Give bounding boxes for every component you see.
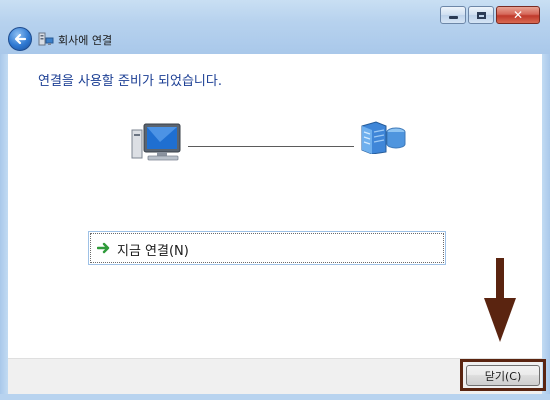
title-bar: ✕ 회사에 연결 xyxy=(0,0,550,54)
wizard-content: 연결을 사용할 준비가 되었습니다. 지금 연결(N) xyxy=(8,54,542,358)
page-heading: 연결을 사용할 준비가 되었습니다. xyxy=(38,74,222,89)
network-wizard-icon xyxy=(38,32,54,46)
frame-left xyxy=(0,54,8,400)
frame-bottom xyxy=(0,394,550,400)
frame-right xyxy=(542,54,550,400)
wizard-window: ✕ 회사에 연결 연결을 사용할 준비가 되었습니다. 지금 연결(N) 닫기(… xyxy=(0,0,550,400)
annotation-arrow-icon xyxy=(484,258,516,342)
maximize-icon xyxy=(476,11,486,19)
server-icon xyxy=(361,121,406,154)
back-button[interactable] xyxy=(8,27,32,51)
caption-buttons: ✕ xyxy=(440,6,540,24)
maximize-button[interactable] xyxy=(468,6,494,24)
close-icon: ✕ xyxy=(512,8,524,22)
connection-line xyxy=(188,146,354,147)
back-arrow-icon xyxy=(14,33,27,45)
minimize-button[interactable] xyxy=(440,6,466,24)
computer-icon xyxy=(131,123,181,161)
close-button[interactable]: 닫기(C) xyxy=(466,365,540,386)
minimize-icon xyxy=(448,16,458,19)
close-window-button[interactable]: ✕ xyxy=(496,6,540,24)
green-arrow-icon xyxy=(97,242,110,254)
window-title: 회사에 연결 xyxy=(58,34,113,47)
connect-now-option[interactable]: 지금 연결(N) xyxy=(88,231,446,265)
connect-now-label: 지금 연결(N) xyxy=(117,244,189,259)
wizard-footer: 닫기(C) xyxy=(8,358,546,394)
